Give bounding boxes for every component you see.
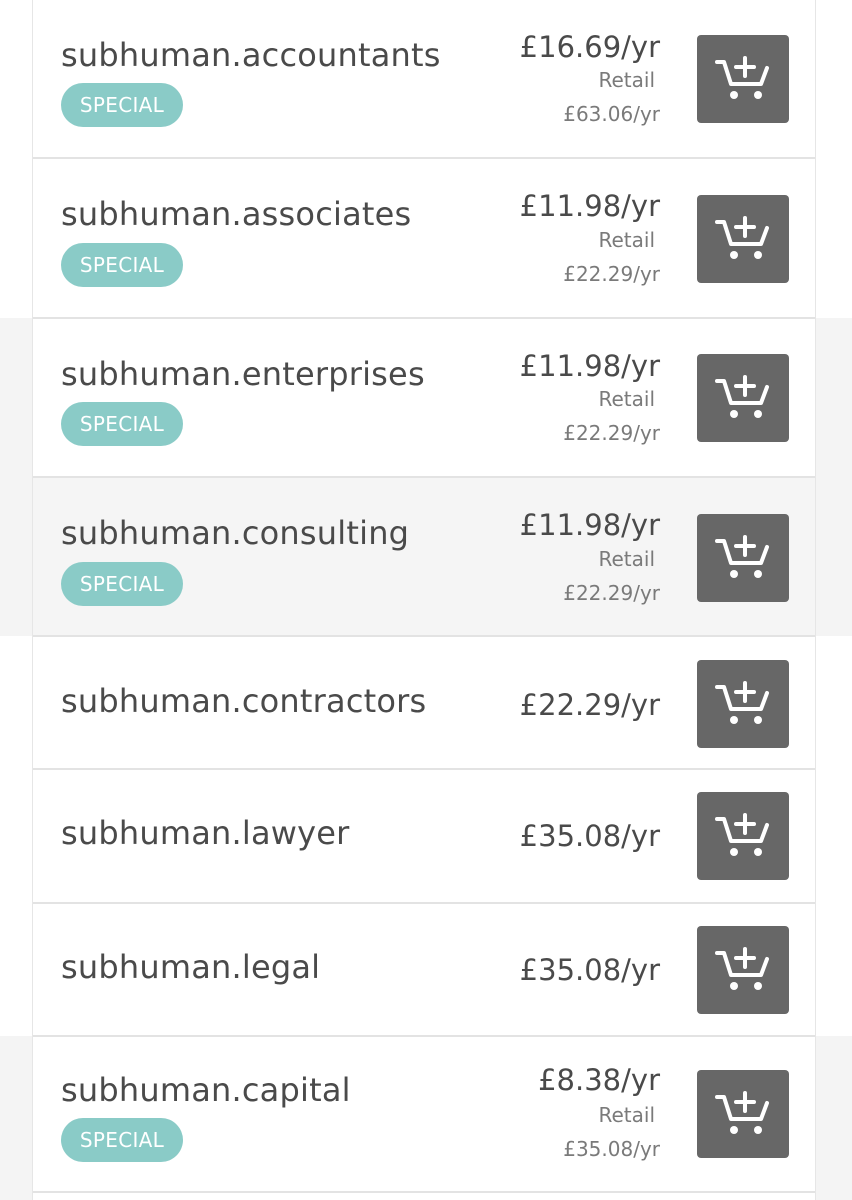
add-to-cart-button[interactable]	[697, 660, 789, 748]
retail-label: Retail	[598, 1103, 655, 1127]
add-to-cart-button[interactable]	[697, 1070, 789, 1158]
domain-name: subhuman.contractors	[61, 682, 427, 720]
domain-row[interactable]: subhuman.enterprises SPECIAL £11.98/yr R…	[33, 319, 815, 478]
special-badge: SPECIAL	[61, 1118, 183, 1162]
add-to-cart-button[interactable]	[697, 514, 789, 602]
retail-label: Retail	[598, 387, 655, 411]
retail-price: £22.29/yr	[563, 581, 660, 605]
price: £11.98/yr	[519, 508, 660, 542]
price: £35.08/yr	[519, 953, 660, 987]
price: £35.08/yr	[519, 819, 660, 853]
retail-price: £22.29/yr	[563, 421, 660, 445]
special-badge: SPECIAL	[61, 402, 183, 446]
domain-results-list: subhuman.accountants SPECIAL £16.69/yr R…	[32, 0, 816, 1200]
add-to-cart-icon	[715, 535, 769, 578]
add-to-cart-button[interactable]	[697, 354, 789, 442]
domain-row[interactable]: subhuman.associates SPECIAL £11.98/yr Re…	[33, 159, 815, 319]
domain-name: subhuman.accountants	[61, 36, 441, 74]
add-to-cart-button[interactable]	[697, 35, 789, 123]
add-to-cart-icon	[715, 375, 769, 418]
add-to-cart-icon	[715, 1091, 769, 1134]
price: £16.69/yr	[519, 30, 660, 64]
retail-price: £35.08/yr	[563, 1137, 660, 1161]
retail-price: £63.06/yr	[563, 102, 660, 126]
add-to-cart-button[interactable]	[697, 195, 789, 283]
price: £11.98/yr	[519, 349, 660, 383]
retail-label: Retail	[598, 228, 655, 252]
domain-name: subhuman.associates	[61, 195, 412, 233]
domain-row[interactable]: subhuman.contractors £22.29/yr	[33, 637, 815, 770]
price: £11.98/yr	[519, 189, 660, 223]
domain-name: subhuman.consulting	[61, 514, 410, 552]
retail-label: Retail	[598, 68, 655, 92]
special-badge: SPECIAL	[61, 83, 183, 127]
add-to-cart-icon	[715, 947, 769, 990]
add-to-cart-icon	[715, 681, 769, 724]
add-to-cart-icon	[715, 56, 769, 99]
domain-name: subhuman.capital	[61, 1071, 351, 1109]
domain-row[interactable]: subhuman.consulting SPECIAL £11.98/yr Re…	[33, 478, 815, 637]
domain-name: subhuman.lawyer	[61, 814, 350, 852]
domain-name: subhuman.enterprises	[61, 355, 425, 393]
domain-name: subhuman.legal	[61, 948, 321, 986]
add-to-cart-button[interactable]	[697, 926, 789, 1014]
add-to-cart-button[interactable]	[697, 792, 789, 880]
add-to-cart-icon	[715, 813, 769, 856]
domain-row[interactable]: subhuman.lawyer £35.08/yr	[33, 770, 815, 904]
domain-row[interactable]: subhuman.legal £35.08/yr	[33, 904, 815, 1037]
domain-row[interactable]: subhuman.capital SPECIAL £8.38/yr Retail…	[33, 1037, 815, 1193]
add-to-cart-icon	[715, 216, 769, 259]
price: £8.38/yr	[538, 1063, 660, 1097]
price: £22.29/yr	[519, 688, 660, 722]
special-badge: SPECIAL	[61, 562, 183, 606]
special-badge: SPECIAL	[61, 243, 183, 287]
retail-price: £22.29/yr	[563, 262, 660, 286]
domain-row[interactable]: subhuman.accountants SPECIAL £16.69/yr R…	[33, 0, 815, 159]
retail-label: Retail	[598, 547, 655, 571]
